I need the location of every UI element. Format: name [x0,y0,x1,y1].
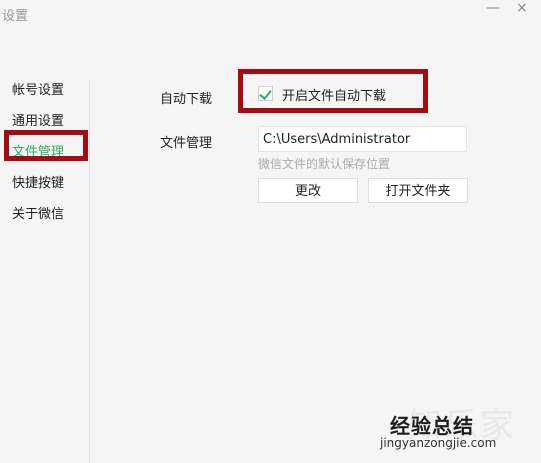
auto-download-label: 自动下载 [160,92,213,107]
sidebar-item-general-settings[interactable]: 通用设置 [12,110,64,129]
sidebar-item-account-settings[interactable]: 帐号设置 [12,79,64,98]
watermark-main-text: 经验总结 [390,414,474,438]
checkmark-icon [259,87,272,100]
minimize-icon[interactable]: — [486,0,500,16]
watermark-logo: 知乐家 经验总结 jingyanzongjie.com [380,398,538,460]
save-path-input[interactable] [258,126,467,152]
window-title: 设置 [2,9,29,24]
watermark-url: jingyanzongjie.com [380,436,497,450]
sidebar-divider [89,80,90,463]
title-bar: 设置 — × [0,0,541,30]
close-icon[interactable]: × [516,0,528,16]
save-path-hint: 微信文件的默认保存位置 [258,157,391,171]
highlight-box-sidebar [4,130,88,161]
sidebar-item-about[interactable]: 关于微信 [12,203,64,222]
auto-download-checkbox[interactable] [258,86,273,101]
open-folder-button[interactable]: 打开文件夹 [368,178,468,203]
file-management-label: 文件管理 [160,136,213,151]
change-path-button[interactable]: 更改 [258,178,358,203]
auto-download-checkbox-label[interactable]: 开启文件自动下载 [282,85,386,104]
sidebar-item-shortcuts[interactable]: 快捷按键 [12,172,64,191]
